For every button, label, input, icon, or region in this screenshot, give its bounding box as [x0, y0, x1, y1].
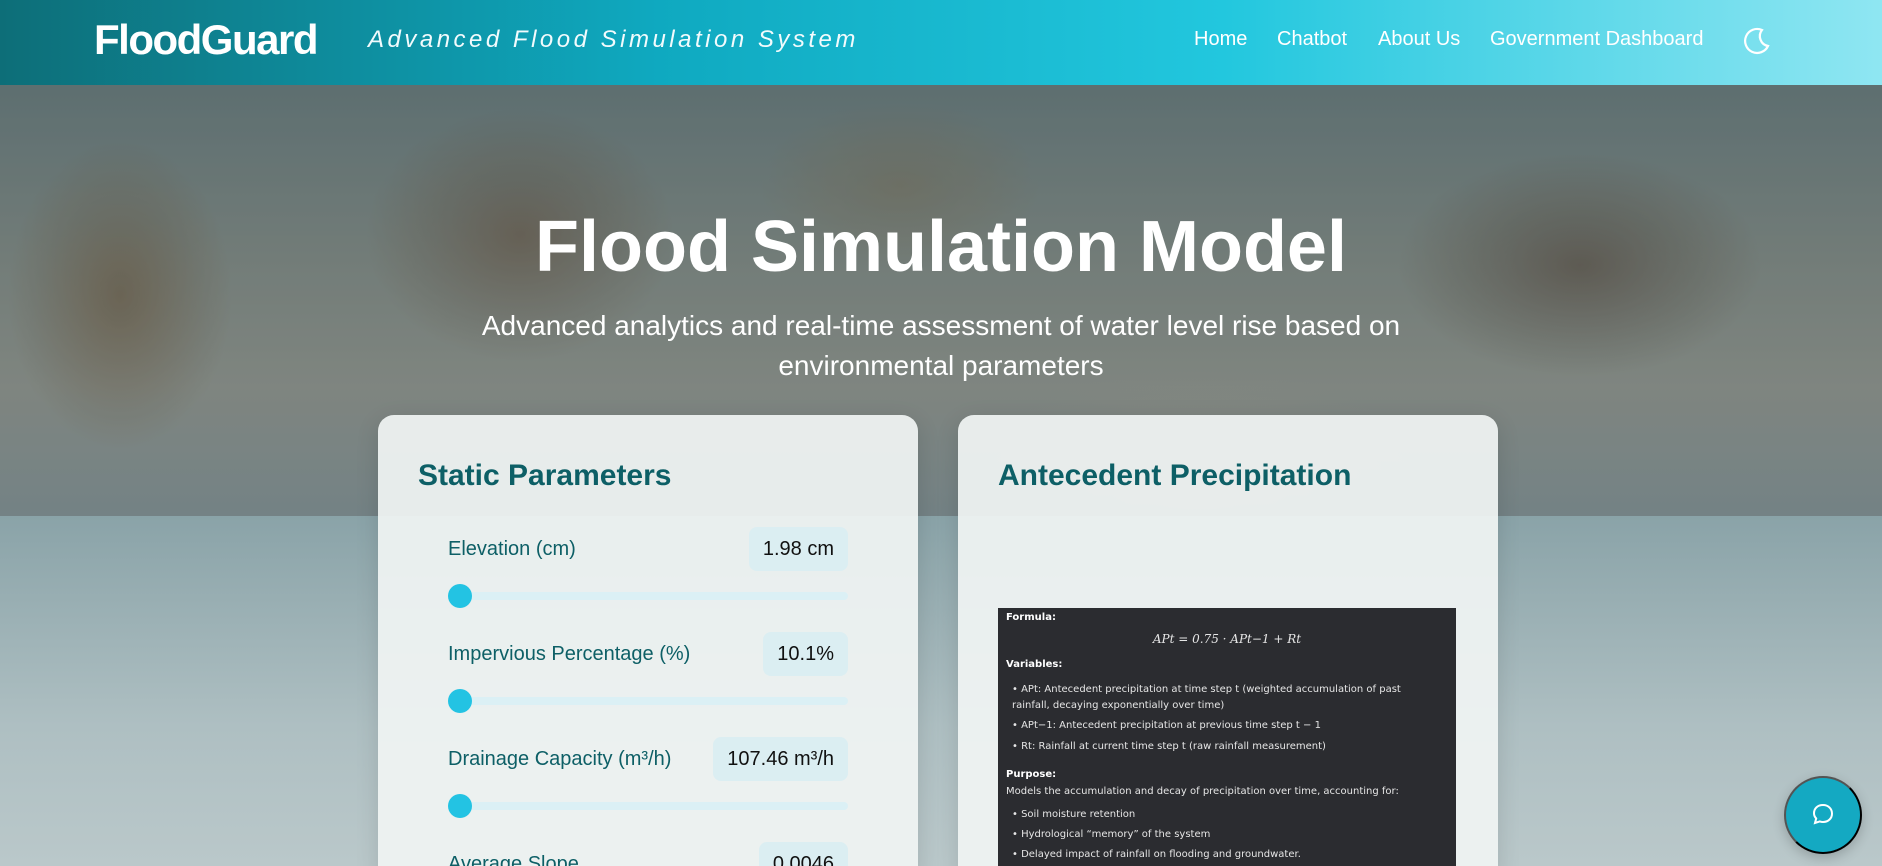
variables-heading: Variables:	[1006, 659, 1063, 670]
card-title: Static Parameters	[418, 459, 672, 492]
formula-equation: APt = 0.75 · APt−1 + Rt	[1152, 632, 1302, 646]
slope-label: Average Slope	[448, 853, 579, 866]
purpose-heading: Purpose:	[1006, 769, 1057, 780]
hero-title: Flood Simulation Model	[535, 207, 1347, 287]
moon-icon[interactable]	[1742, 26, 1772, 56]
drainage-label: Drainage Capacity (m³/h)	[448, 748, 672, 770]
variable-item: • Rt: Rainfall at current time step t (r…	[1012, 741, 1326, 752]
brand-logo[interactable]: FloodGuard	[94, 16, 318, 64]
purpose-item: • Hydrological “memory” of the system	[1012, 829, 1211, 840]
variable-item: • APt: Antecedent precipitation at time …	[1012, 684, 1401, 711]
drainage-slider[interactable]	[448, 802, 848, 810]
purpose-item: • Soil moisture retention	[1012, 809, 1136, 820]
impervious-label: Impervious Percentage (%)	[448, 643, 691, 665]
hero-subtitle: Advanced analytics and real-time assessm…	[481, 310, 1401, 381]
brand-tagline: Advanced Flood Simulation System	[368, 26, 859, 53]
elevation-slider-thumb[interactable]	[448, 584, 472, 608]
nav-government-dashboard[interactable]: Government Dashboard	[1490, 28, 1703, 51]
chat-button[interactable]	[1784, 776, 1862, 854]
impervious-slider-thumb[interactable]	[448, 689, 472, 713]
antecedent-precipitation-card: Antecedent Precipitation Formula: APt = …	[958, 415, 1498, 866]
impervious-slider[interactable]	[448, 697, 848, 705]
drainage-value: 107.46 m³/h	[713, 737, 848, 781]
nav-chatbot[interactable]: Chatbot	[1277, 28, 1347, 51]
variable-item: • APt−1: Antecedent precipitation at pre…	[1012, 720, 1321, 731]
page-background	[0, 516, 1882, 866]
drainage-slider-thumb[interactable]	[448, 794, 472, 818]
slope-value: 0.0046	[758, 842, 848, 866]
elevation-label: Elevation (cm)	[448, 538, 576, 560]
top-navbar: FloodGuard Advanced Flood Simulation Sys…	[0, 0, 1882, 85]
purpose-item: • Delayed impact of rainfall on flooding…	[1012, 849, 1301, 860]
nav-home[interactable]: Home	[1194, 28, 1247, 51]
nav-about-us[interactable]: About Us	[1378, 28, 1460, 51]
formula-panel: Formula: APt = 0.75 · APt−1 + Rt Variabl…	[998, 608, 1456, 866]
elevation-value: 1.98 cm	[748, 527, 848, 571]
impervious-value: 10.1%	[763, 632, 848, 676]
static-parameters-card: Static Parameters Elevation (cm) 1.98 cm…	[378, 415, 918, 866]
card-title: Antecedent Precipitation	[998, 459, 1352, 492]
purpose-text: Models the accumulation and decay of pre…	[1006, 786, 1399, 797]
hero-banner	[0, 85, 1882, 516]
elevation-slider[interactable]	[448, 592, 848, 600]
formula-heading: Formula:	[1006, 612, 1056, 623]
chat-bubble-icon	[1810, 801, 1836, 830]
